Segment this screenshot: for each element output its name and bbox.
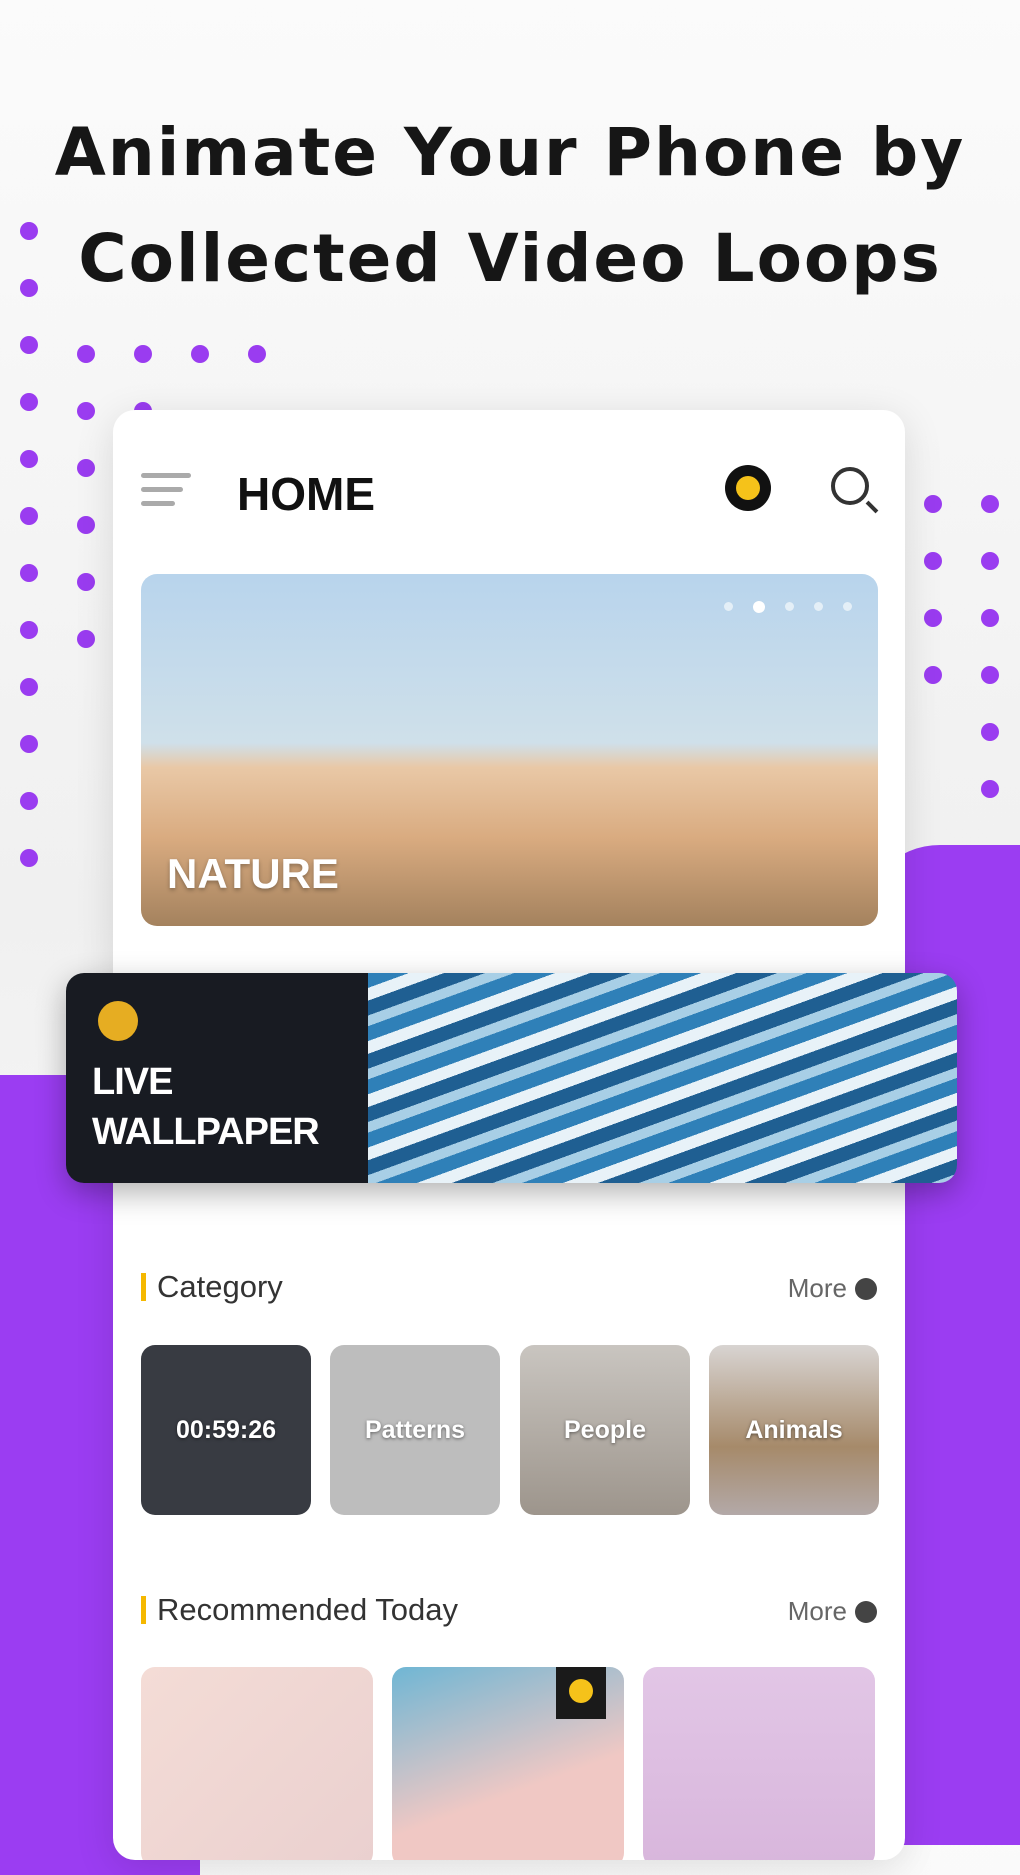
dot bbox=[20, 792, 38, 810]
recommended-tile[interactable] bbox=[392, 1667, 624, 1860]
recommended-header: Recommended Today More bbox=[141, 1590, 877, 1630]
dot bbox=[981, 495, 999, 513]
dot bbox=[924, 666, 942, 684]
dot bbox=[20, 849, 38, 867]
dot bbox=[20, 279, 38, 297]
search-icon[interactable] bbox=[831, 467, 869, 505]
banner-label: NATURE bbox=[167, 850, 339, 897]
dot bbox=[20, 450, 38, 468]
dot bbox=[981, 780, 999, 798]
more-label: More bbox=[787, 1596, 847, 1626]
ocean-preview-image bbox=[368, 973, 957, 1183]
chevron-right-icon bbox=[855, 1277, 877, 1300]
headline-line2: Collected Video Loops bbox=[78, 220, 942, 297]
category-header: Category More bbox=[141, 1267, 877, 1307]
premium-badge-icon bbox=[556, 1667, 606, 1719]
carousel-pager bbox=[724, 601, 852, 613]
live-label-line1: LIVE bbox=[92, 1061, 173, 1103]
pager-dot[interactable] bbox=[814, 602, 823, 611]
dot bbox=[20, 393, 38, 411]
recommended-tile[interactable] bbox=[141, 1667, 373, 1860]
pager-dot[interactable] bbox=[785, 602, 794, 611]
live-label-line2: WALLPAPER bbox=[92, 1111, 320, 1153]
tile-label: Animals bbox=[745, 1415, 843, 1444]
dot bbox=[77, 630, 95, 648]
category-more-button[interactable]: More bbox=[788, 1273, 877, 1304]
dot bbox=[20, 564, 38, 582]
live-wallpaper-label-panel: LIVE WALLPAPER bbox=[66, 973, 368, 1183]
headline-line1: Animate Your Phone by bbox=[54, 114, 966, 191]
tile-label: 00:59:26 bbox=[175, 1415, 277, 1444]
dot bbox=[981, 609, 999, 627]
dot bbox=[924, 609, 942, 627]
category-tile-clock[interactable]: 00:59:26 bbox=[141, 1345, 311, 1515]
live-wallpaper-banner[interactable]: LIVE WALLPAPER bbox=[66, 973, 957, 1183]
gold-coin-icon bbox=[98, 1001, 138, 1041]
dot bbox=[191, 345, 209, 363]
dot bbox=[20, 735, 38, 753]
dot bbox=[77, 459, 95, 477]
dot bbox=[20, 507, 38, 525]
dot bbox=[20, 678, 38, 696]
dot bbox=[77, 516, 95, 534]
dot bbox=[134, 345, 152, 363]
dot bbox=[77, 402, 95, 420]
category-tile-patterns[interactable]: Patterns bbox=[330, 1345, 500, 1515]
menu-icon[interactable] bbox=[141, 473, 191, 515]
category-title: Category bbox=[157, 1269, 283, 1304]
page-title: HOME bbox=[237, 468, 375, 520]
recommended-more-button[interactable]: More bbox=[788, 1596, 877, 1627]
pager-dot-active[interactable] bbox=[753, 601, 765, 613]
dot bbox=[20, 222, 38, 240]
headline: Animate Your Phone by Collected Video Lo… bbox=[0, 100, 1020, 312]
recommended-title: Recommended Today bbox=[157, 1592, 458, 1627]
category-tile-people[interactable]: People bbox=[520, 1345, 690, 1515]
dot bbox=[924, 552, 942, 570]
dot bbox=[20, 336, 38, 354]
chevron-right-icon bbox=[855, 1600, 877, 1623]
dot bbox=[981, 666, 999, 684]
tile-label: Patterns bbox=[364, 1415, 466, 1444]
dot bbox=[981, 552, 999, 570]
section-accent-bar bbox=[141, 1273, 146, 1301]
section-accent-bar bbox=[141, 1596, 146, 1624]
dot bbox=[981, 723, 999, 741]
pager-dot[interactable] bbox=[724, 602, 733, 611]
dot bbox=[77, 573, 95, 591]
more-label: More bbox=[787, 1273, 847, 1303]
category-tile-animals[interactable]: Animals bbox=[709, 1345, 879, 1515]
recommended-tile[interactable] bbox=[643, 1667, 875, 1860]
dot bbox=[77, 345, 95, 363]
pager-dot[interactable] bbox=[843, 602, 852, 611]
dot bbox=[20, 621, 38, 639]
tile-label: People bbox=[564, 1415, 646, 1444]
app-header: HOME bbox=[113, 455, 905, 525]
premium-coin-icon[interactable] bbox=[725, 465, 771, 511]
nature-banner[interactable]: NATURE bbox=[141, 574, 878, 926]
dot bbox=[924, 495, 942, 513]
dot bbox=[248, 345, 266, 363]
